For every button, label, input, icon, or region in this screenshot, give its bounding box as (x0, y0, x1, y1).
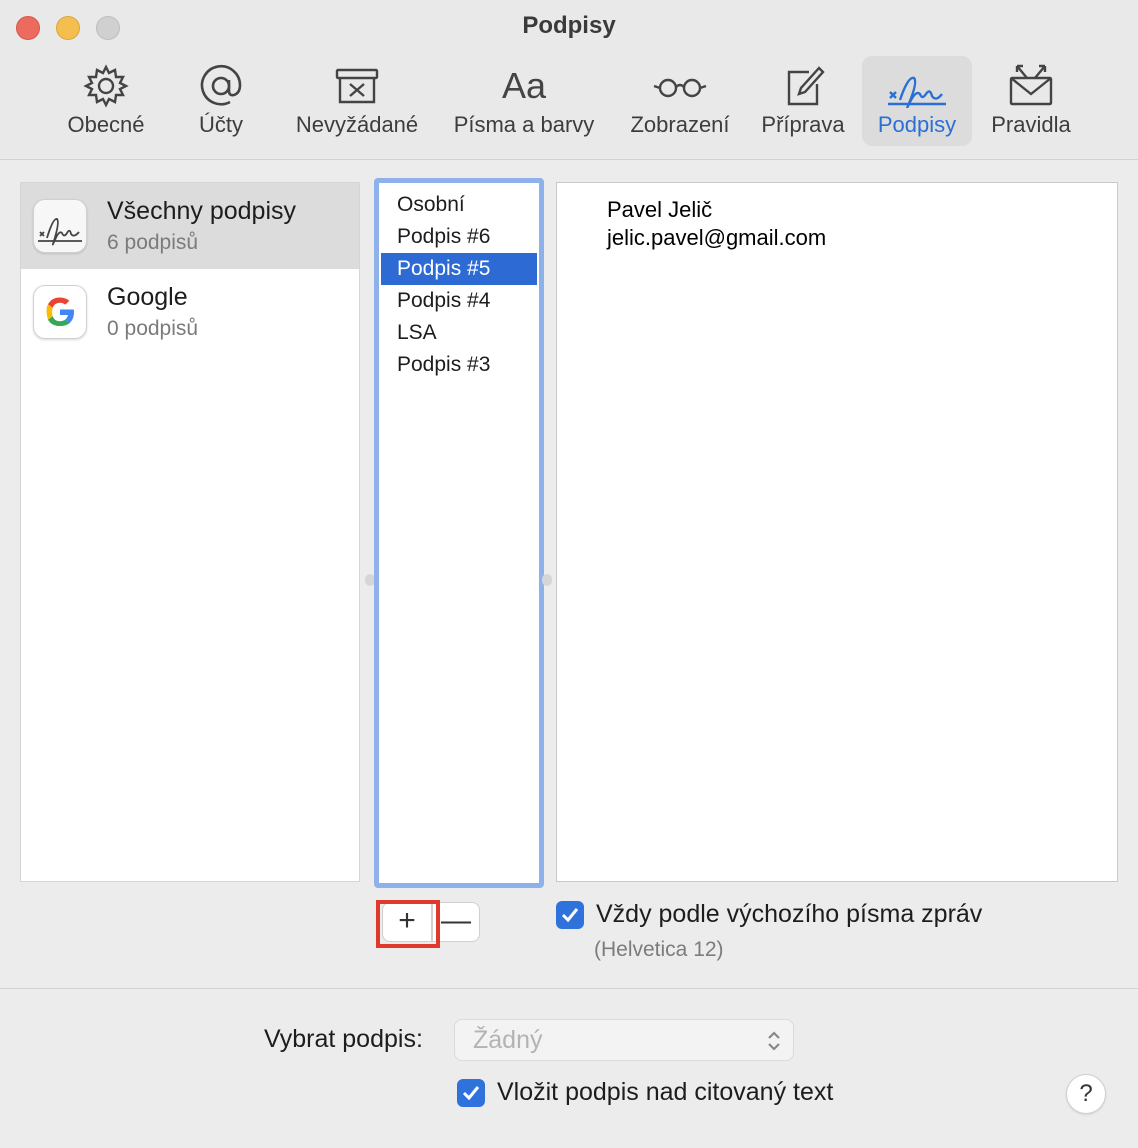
tab-fonts-colors[interactable]: Aa Písma a barvy (446, 56, 602, 146)
accounts-list: Všechny podpisy 6 podpisů Google 0 podpi… (20, 182, 360, 882)
checkmark-icon (561, 908, 579, 923)
signature-item[interactable]: Podpis #3 (381, 349, 537, 381)
tab-label: Písma a barvy (453, 112, 595, 137)
tab-label: Příprava (761, 112, 845, 137)
tab-label: Obecné (67, 112, 145, 137)
signature-item[interactable]: Osobní (381, 189, 537, 221)
account-name: Google (107, 283, 188, 311)
signature-preview-editor[interactable]: Pavel Jelič jelic.pavel@gmail.com (556, 182, 1118, 882)
tab-viewing[interactable]: Zobrazení (624, 56, 736, 146)
signature-line: jelic.pavel@gmail.com (607, 225, 827, 250)
select-signature-value: Žádný (473, 1026, 543, 1054)
tab-rules[interactable]: Pravidla (984, 56, 1078, 146)
gear-icon (82, 64, 130, 108)
google-logo-icon (33, 285, 87, 339)
signature-item[interactable]: LSA (381, 317, 537, 349)
account-name: Všechny podpisy (107, 197, 297, 225)
divider (0, 988, 1138, 989)
pane-resize-handle[interactable] (542, 574, 552, 586)
account-signature-count: 0 podpisů (107, 317, 199, 340)
glasses-icon (650, 64, 710, 108)
tab-junk[interactable]: Nevyžádané (290, 56, 424, 146)
mail-settings-window: Podpisy Obecné Účty Nevyžádané Aa Písma … (0, 0, 1138, 1148)
account-item-all-signatures[interactable]: Všechny podpisy 6 podpisů (21, 183, 359, 269)
highlight-box (376, 900, 440, 948)
signature-icon (33, 199, 87, 253)
select-signature-popup[interactable]: Žádný (454, 1019, 794, 1061)
at-icon (197, 64, 245, 108)
tab-general[interactable]: Obecné (56, 56, 156, 146)
tab-label: Zobrazení (630, 112, 730, 137)
rules-envelope-icon (1007, 64, 1055, 108)
junk-tray-icon (333, 64, 381, 108)
signature-item-selected[interactable]: Podpis #5 (381, 253, 537, 285)
select-signature-label: Vybrat podpis: (264, 1025, 423, 1053)
toolbar: Podpisy Obecné Účty Nevyžádané Aa Písma … (0, 0, 1138, 160)
tab-label: Podpisy (877, 112, 957, 137)
tab-label: Pravidla (991, 112, 1071, 137)
font-info: (Helvetica 12) (594, 938, 724, 961)
chevron-updown-icon (765, 1028, 783, 1054)
compose-icon (779, 64, 827, 108)
signature-line: Pavel Jelič (607, 197, 713, 222)
signatures-list: Osobní Podpis #6 Podpis #5 Podpis #4 LSA… (374, 178, 544, 888)
signature-item[interactable]: Podpis #6 (381, 221, 537, 253)
account-signature-count: 6 podpisů (107, 231, 199, 254)
tab-label: Nevyžádané (295, 112, 419, 137)
window-title: Podpisy (522, 12, 616, 39)
tab-accounts[interactable]: Účty (180, 56, 262, 146)
help-button[interactable]: ? (1066, 1074, 1106, 1114)
place-above-quoted-checkbox[interactable] (457, 1079, 485, 1107)
signature-item[interactable]: Podpis #4 (381, 285, 537, 317)
fonts-icon: Aa (501, 65, 547, 106)
tab-composing[interactable]: Příprava (756, 56, 850, 146)
tab-label: Účty (199, 112, 243, 137)
default-font-label: Vždy podle výchozího písma zpráv (596, 900, 983, 928)
default-font-checkbox[interactable] (556, 901, 584, 929)
signature-icon (886, 64, 948, 109)
tab-signatures[interactable]: Podpisy (862, 56, 972, 146)
account-item-google[interactable]: Google 0 podpisů (21, 269, 359, 355)
place-above-quoted-label: Vložit podpis nad citovaný text (497, 1078, 834, 1106)
checkmark-icon (462, 1086, 480, 1101)
